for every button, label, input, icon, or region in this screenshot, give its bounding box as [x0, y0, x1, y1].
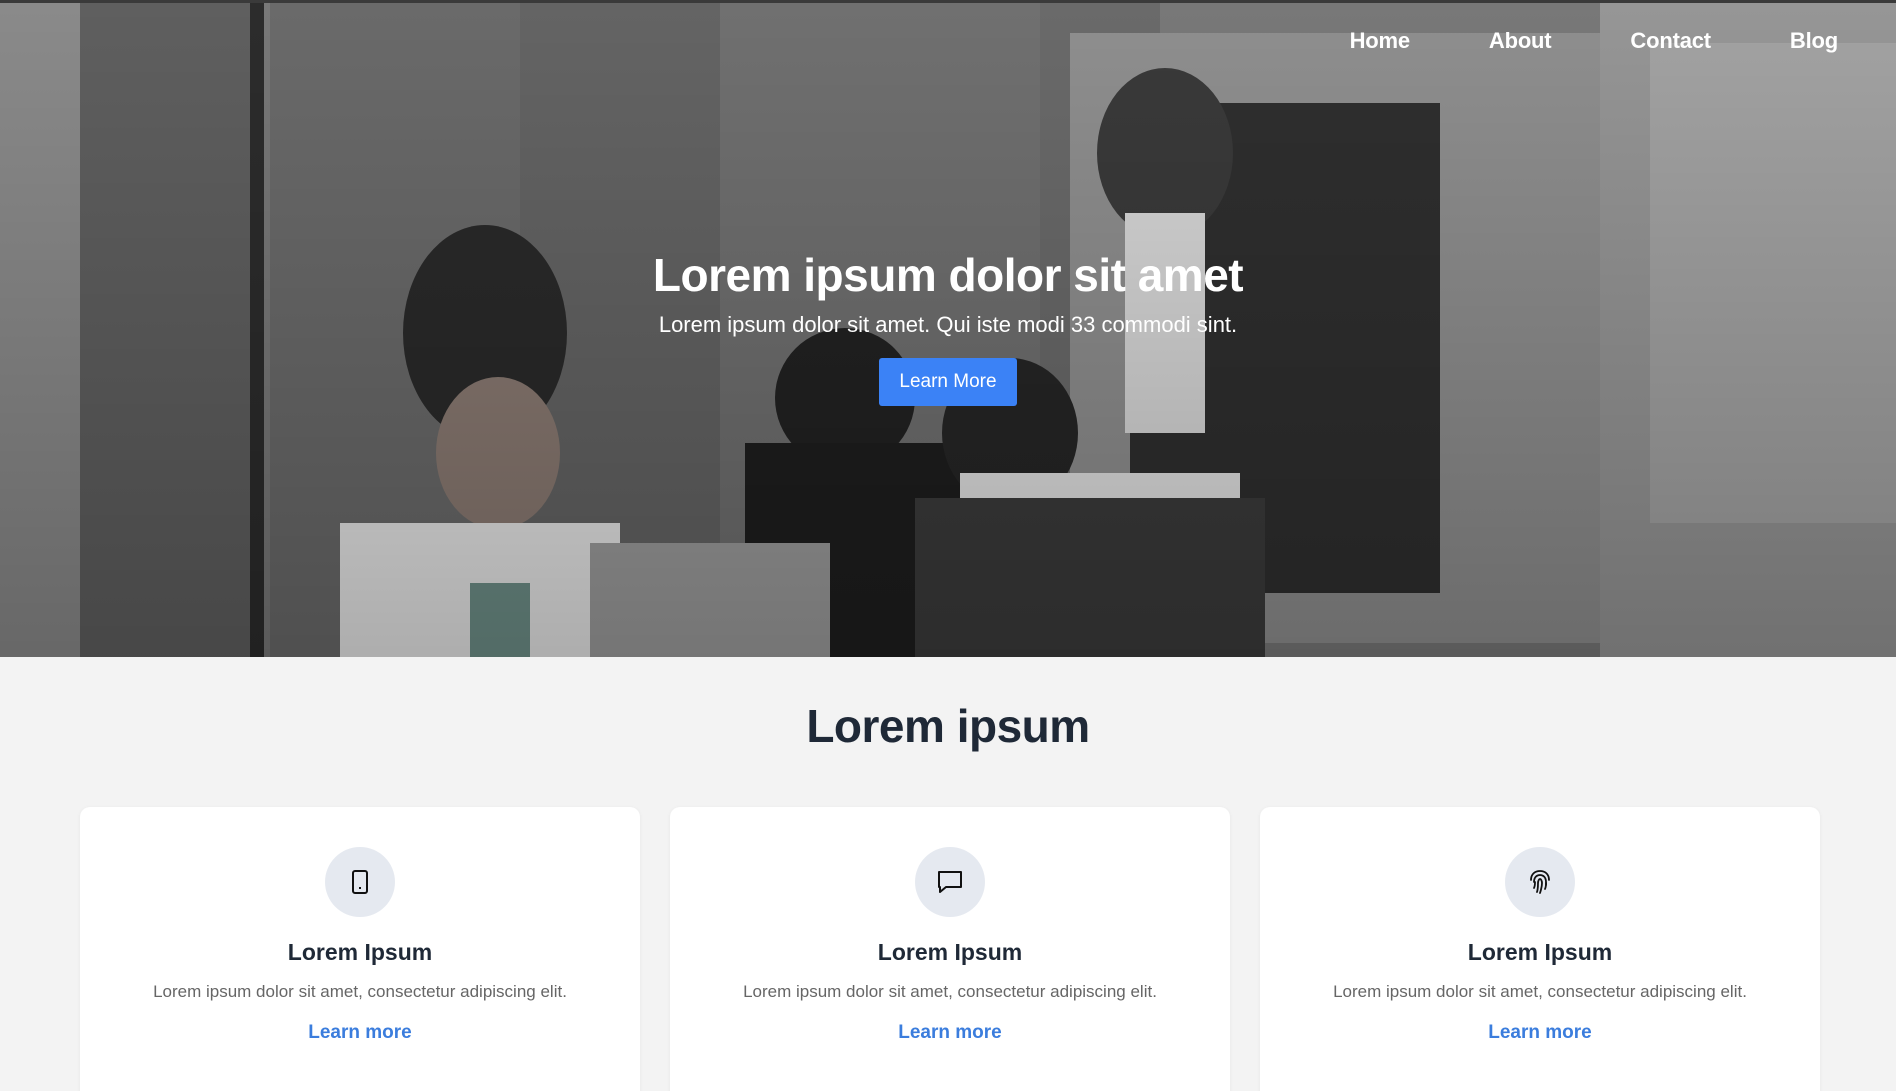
feature-card-title: Lorem Ipsum — [1467, 939, 1613, 965]
section-title: Lorem ipsum — [806, 700, 1090, 752]
hero-title: Lorem ipsum dolor sit amet — [652, 249, 1244, 301]
features-section: Lorem ipsum Lorem Ipsum Lorem ipsum dolo… — [0, 657, 1896, 1091]
nav-link-contact[interactable]: Contact — [1630, 28, 1711, 54]
fingerprint-icon — [1505, 847, 1575, 917]
feature-card-learn-more-link[interactable]: Learn more — [1488, 1022, 1591, 1044]
feature-card-text: Lorem ipsum dolor sit amet, consectetur … — [743, 982, 1157, 1001]
feature-card: Lorem Ipsum Lorem ipsum dolor sit amet, … — [80, 807, 640, 1091]
main-nav: Home About Contact Blog — [1350, 28, 1839, 54]
hero-content: Lorem ipsum dolor sit amet Lorem ipsum d… — [0, 248, 1896, 406]
nav-link-blog[interactable]: Blog — [1790, 28, 1838, 54]
feature-card-learn-more-link[interactable]: Learn more — [898, 1022, 1001, 1044]
nav-link-about[interactable]: About — [1489, 28, 1552, 54]
feature-card-text: Lorem ipsum dolor sit amet, consectetur … — [1333, 982, 1747, 1001]
hero-subtitle: Lorem ipsum dolor sit amet. Qui iste mod… — [658, 312, 1238, 337]
feature-cards: Lorem Ipsum Lorem ipsum dolor sit amet, … — [80, 807, 1820, 1091]
tablet-icon — [325, 847, 395, 917]
feature-card-learn-more-link[interactable]: Learn more — [308, 1022, 411, 1044]
learn-more-button[interactable]: Learn More — [879, 358, 1017, 406]
feature-card-title: Lorem Ipsum — [287, 939, 433, 965]
nav-link-home[interactable]: Home — [1350, 28, 1411, 54]
chat-bubble-icon — [915, 847, 985, 917]
feature-card-title: Lorem Ipsum — [877, 939, 1023, 965]
feature-card: Lorem Ipsum Lorem ipsum dolor sit amet, … — [1260, 807, 1820, 1091]
hero-section: Home About Contact Blog Lorem ipsum dolo… — [0, 0, 1896, 657]
feature-card: Lorem Ipsum Lorem ipsum dolor sit amet, … — [670, 807, 1230, 1091]
feature-card-text: Lorem ipsum dolor sit amet, consectetur … — [153, 982, 567, 1001]
